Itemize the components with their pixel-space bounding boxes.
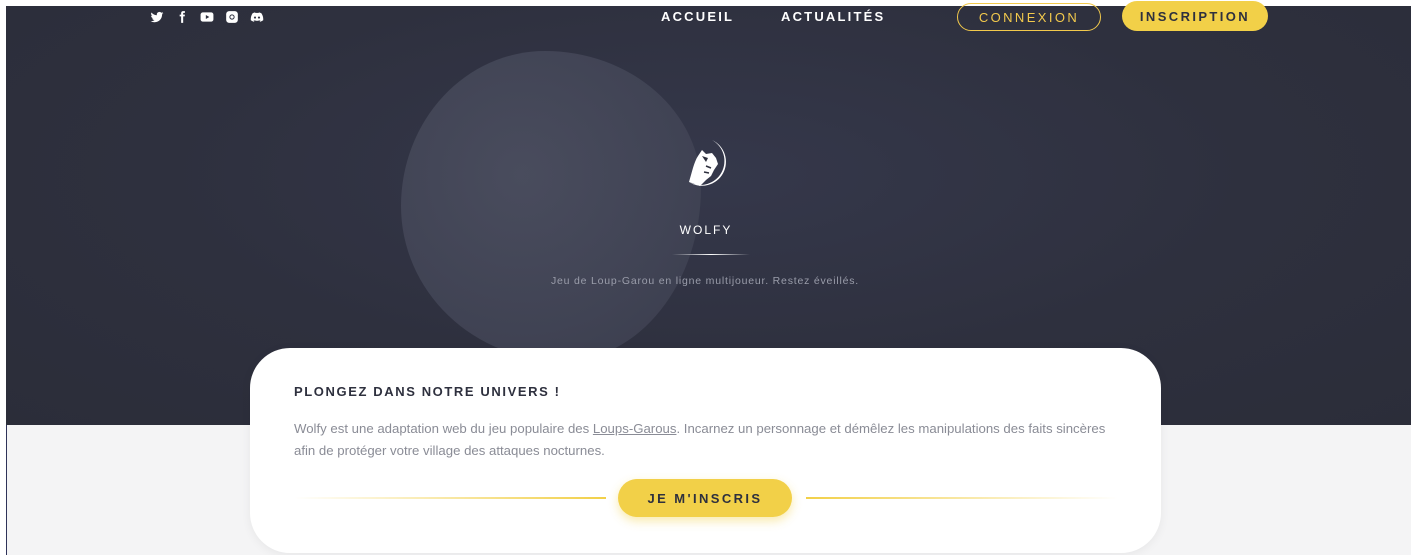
- login-button[interactable]: CONNEXION: [957, 3, 1101, 31]
- card-description: Wolfy est une adaptation web du jeu popu…: [294, 418, 1124, 462]
- decorative-line-left: [294, 497, 606, 499]
- instagram-icon[interactable]: [225, 10, 239, 24]
- brand-name: WOLFY: [679, 223, 733, 237]
- wolf-moon-logo: [689, 140, 726, 186]
- youtube-icon[interactable]: [200, 10, 214, 24]
- card-text-start: Wolfy est une adaptation web du jeu popu…: [294, 421, 593, 436]
- nav-news[interactable]: ACTUALITÉS: [781, 9, 885, 24]
- intro-card: PLONGEZ DANS NOTRE UNIVERS ! Wolfy est u…: [250, 348, 1161, 553]
- signup-cta-button[interactable]: JE M'INSCRIS: [618, 479, 792, 517]
- moon-silhouette: [401, 51, 701, 361]
- social-links: [150, 10, 264, 24]
- loups-garous-link[interactable]: Loups-Garous: [593, 421, 677, 436]
- discord-icon[interactable]: [250, 10, 264, 24]
- nav-home[interactable]: ACCUEIL: [661, 9, 734, 24]
- tagline: Jeu de Loup-Garou en ligne multijoueur. …: [550, 275, 860, 287]
- card-title: PLONGEZ DANS NOTRE UNIVERS !: [294, 384, 561, 399]
- twitter-icon[interactable]: [150, 10, 164, 24]
- signup-button[interactable]: INSCRIPTION: [1122, 1, 1268, 31]
- facebook-icon[interactable]: [175, 10, 189, 24]
- decorative-line-right: [806, 497, 1118, 499]
- brand-divider: [672, 254, 750, 255]
